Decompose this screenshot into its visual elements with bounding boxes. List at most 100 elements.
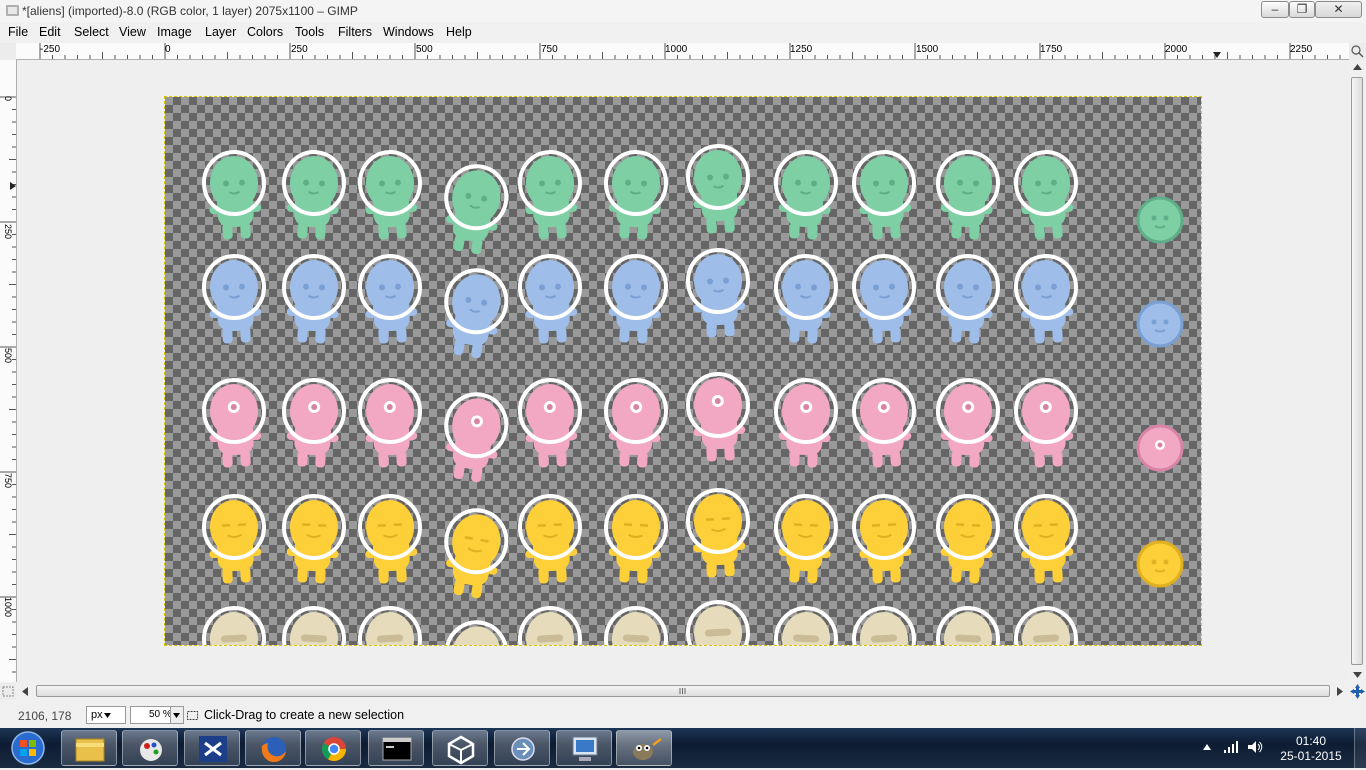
alien-sprite — [935, 378, 1000, 468]
scroll-left-icon[interactable] — [22, 687, 28, 696]
h-ruler-label: 1500 — [916, 44, 939, 55]
taskbar-firefox[interactable] — [245, 730, 301, 766]
menu-edit[interactable]: Edit — [39, 25, 61, 39]
alien-sprite — [773, 606, 838, 645]
alien-sprite — [281, 494, 346, 584]
alien-sprite — [773, 150, 838, 240]
h-ruler-label: 1750 — [1040, 44, 1063, 55]
alien-sprite — [603, 606, 668, 645]
alien-sprite — [444, 268, 509, 359]
h-ruler-label: 2250 — [1290, 44, 1313, 55]
menu-select[interactable]: Select — [74, 25, 109, 39]
h-ruler-label: 1250 — [790, 44, 813, 55]
quick-mask-corner[interactable] — [0, 43, 16, 60]
alien-sprite — [686, 144, 751, 234]
menu-windows[interactable]: Windows — [383, 25, 434, 39]
navigate-button[interactable] — [1349, 683, 1366, 700]
network-icon[interactable] — [1223, 740, 1239, 754]
chevron-down-icon — [104, 713, 111, 718]
status-message: Click-Drag to create a new selection — [204, 708, 405, 722]
alien-head-icon — [1136, 196, 1184, 244]
zoom-dropdown-button[interactable] — [170, 707, 183, 723]
show-desktop-button[interactable] — [1354, 728, 1366, 768]
alien-sprite — [1014, 150, 1079, 240]
vertical-ruler[interactable]: 0 250 500 750 1000 — [0, 60, 17, 682]
h-ruler-label: 750 — [541, 44, 558, 55]
taskbar-chrome[interactable] — [305, 730, 361, 766]
menu-filters[interactable]: Filters — [338, 25, 372, 39]
alien-sprite — [1014, 494, 1079, 584]
firefox-icon — [261, 737, 286, 763]
alien-sprite — [686, 372, 751, 462]
taskbar-visual-studio[interactable] — [184, 730, 240, 766]
taskbar-unity[interactable] — [432, 730, 488, 766]
alien-head-icon — [1136, 540, 1184, 588]
unity-icon — [447, 735, 475, 765]
alien-sprite — [518, 494, 583, 584]
image-canvas[interactable] — [164, 96, 1202, 646]
alien-sprite — [1014, 254, 1079, 344]
quick-mask-toggle[interactable] — [0, 683, 16, 700]
alien-sprite — [518, 378, 583, 468]
v-ruler-label: 250 — [3, 224, 13, 240]
minimize-button[interactable]: – — [1261, 1, 1289, 18]
taskbar-paint[interactable] — [122, 730, 178, 766]
horizontal-scroll-thumb[interactable] — [36, 685, 1330, 697]
alien-sprite — [852, 254, 917, 344]
alien-sprite — [358, 494, 423, 584]
taskbar-computer[interactable] — [556, 730, 612, 766]
clock[interactable]: 01:40 25-01-2015 — [1276, 734, 1346, 764]
taskbar-app[interactable] — [494, 730, 550, 766]
zoom-selector[interactable]: 50 % — [130, 706, 184, 724]
menu-layer[interactable]: Layer — [205, 25, 236, 39]
zoom-follow-button[interactable] — [1349, 43, 1366, 60]
alien-sprite — [518, 150, 583, 240]
horizontal-ruler[interactable]: -250 0 250 500 750 1000 1250 1500 1750 2… — [16, 43, 1349, 60]
maximize-button[interactable]: ❐ — [1289, 1, 1315, 18]
alien-sprite — [281, 606, 346, 645]
h-ruler-label: 250 — [291, 44, 308, 55]
alien-sprite — [444, 392, 509, 483]
scroll-up-icon[interactable] — [1353, 64, 1362, 70]
taskbar-explorer[interactable] — [61, 730, 117, 766]
title-bar: *[aliens] (imported)-8.0 (RGB color, 1 l… — [0, 0, 1366, 22]
show-hidden-icons-icon[interactable] — [1203, 744, 1211, 750]
menu-bar: File Edit Select View Image Layer Colors… — [0, 22, 1366, 43]
taskbar-cmd[interactable] — [368, 730, 424, 766]
menu-help[interactable]: Help — [446, 25, 472, 39]
alien-sprite — [935, 494, 1000, 584]
alien-sprite — [603, 494, 668, 584]
chevron-down-icon — [173, 713, 180, 718]
alien-sprite — [202, 606, 267, 645]
vertical-scrollbar[interactable] — [1349, 60, 1366, 682]
scroll-right-icon[interactable] — [1337, 687, 1343, 696]
explorer-icon — [75, 738, 105, 762]
alien-sprite — [603, 254, 668, 344]
unit-value: px — [91, 709, 103, 721]
menu-tools[interactable]: Tools — [295, 25, 324, 39]
alien-sprite — [1014, 378, 1079, 468]
close-button[interactable]: ✕ — [1315, 1, 1362, 18]
scroll-down-icon[interactable] — [1353, 672, 1362, 678]
alien-sprite — [444, 508, 509, 599]
menu-colors[interactable]: Colors — [247, 25, 283, 39]
horizontal-scrollbar[interactable] — [16, 683, 1349, 700]
alien-sprite — [358, 150, 423, 240]
start-button[interactable] — [2, 730, 54, 766]
h-ruler-label: 500 — [416, 44, 433, 55]
vertical-scroll-thumb[interactable] — [1351, 77, 1363, 665]
volume-icon[interactable] — [1247, 740, 1263, 754]
unit-selector[interactable]: px — [86, 706, 126, 724]
alien-sprite — [358, 606, 423, 645]
taskbar-gimp[interactable] — [616, 730, 672, 766]
pointer-coordinates: 2106, 178 — [18, 709, 72, 723]
taskbar: 01:40 25-01-2015 — [0, 728, 1366, 768]
paint-icon — [140, 739, 162, 761]
alien-sprite — [686, 600, 751, 645]
menu-view[interactable]: View — [119, 25, 146, 39]
canvas-area[interactable] — [17, 60, 1349, 682]
menu-image[interactable]: Image — [157, 25, 192, 39]
alien-head-icon — [1136, 424, 1184, 472]
alien-sprite — [444, 620, 509, 645]
menu-file[interactable]: File — [8, 25, 28, 39]
